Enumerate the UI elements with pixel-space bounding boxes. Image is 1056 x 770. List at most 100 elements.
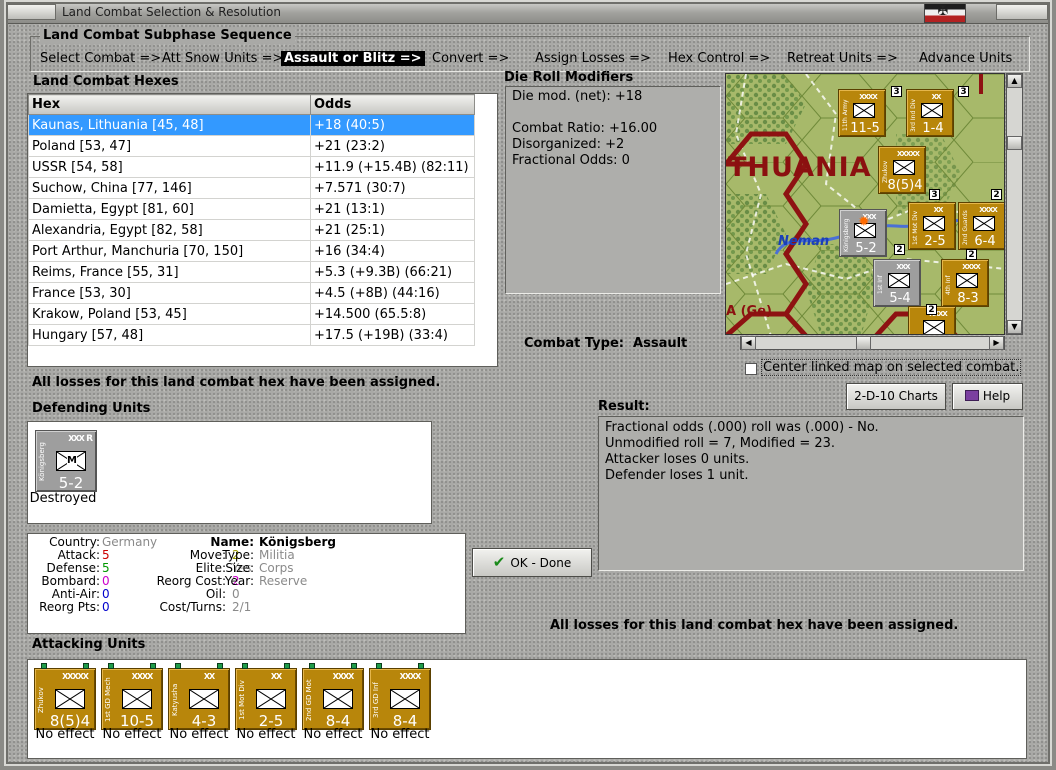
odds-cell[interactable]: +11.9 (+15.4B) (82:11) [310, 156, 475, 178]
map-unit-counter[interactable]: XX 3rd Ind Div 1-4 [906, 89, 954, 137]
odds-cell[interactable]: +16 (34:4) [310, 240, 475, 262]
stack-count-badge: 3 [891, 86, 902, 97]
hex-cell[interactable]: Port Arthur, Manchuria [70, 150] [28, 240, 311, 262]
costturns-value: 2/1 [232, 600, 252, 614]
attacking-unit-status: No effect [370, 727, 430, 742]
window-button-icon[interactable] [996, 4, 1048, 20]
hex-cell[interactable]: Damietta, Egypt [81, 60] [28, 198, 311, 220]
attacking-unit-counter[interactable]: XXXXX Zhukov 8(5)4 [34, 663, 96, 730]
hex-cell[interactable]: Krakow, Poland [53, 45] [28, 303, 311, 325]
result-line-3: Attacker loses 0 units. [605, 452, 750, 467]
hex-cell[interactable]: Kaunas, Lithuania [45, 48] [28, 114, 311, 136]
unit-size: XX [933, 206, 944, 214]
scroll-thumb-h[interactable] [856, 336, 871, 350]
unit-size: XXXX [332, 672, 355, 681]
table-row[interactable]: Port Arthur, Manchuria [70, 150] +16 (34:… [28, 240, 475, 262]
hex-cell[interactable]: Poland [53, 47] [28, 135, 311, 157]
stack-count-badge: 2 [926, 304, 937, 315]
table-row[interactable]: USSR [54, 58] +11.9 (+15.4B) (82:11) [28, 156, 475, 178]
result-box: Fractional odds (.000) roll was (.000) -… [598, 416, 1024, 571]
table-row[interactable]: Reims, France [55, 31] +5.3 (+9.3B) (66:2… [28, 261, 475, 283]
reserve-badge: R [86, 434, 93, 444]
help-button[interactable]: Help [952, 383, 1023, 410]
odds-cell[interactable]: +4.5 (+8B) (44:16) [310, 282, 475, 304]
map-unit-counter[interactable]: XXXX 2nd Guards 6-4 [958, 202, 1004, 250]
map-unit-counter[interactable]: XXXX 4th Inf 8-3 [941, 259, 989, 307]
odds-cell[interactable]: +21 (13:1) [310, 198, 475, 220]
table-row[interactable]: Krakow, Poland [53, 45] +14.500 (65.5:8) [28, 303, 475, 325]
ok-done-label: OK - Done [510, 556, 572, 570]
attacking-unit-counter[interactable]: XX Katyusha 4-3 [168, 663, 230, 730]
scroll-up-icon[interactable]: ▲ [1007, 74, 1022, 88]
size-value: Corps [259, 561, 294, 575]
checkmark-icon: ✔ [492, 553, 506, 571]
charts-button[interactable]: 2-D-10 Charts [846, 383, 946, 410]
subphase-title: Land Combat Subphase Sequence [40, 28, 295, 43]
odds-cell[interactable]: +18 (40:5) [310, 114, 475, 136]
map-unit-counter[interactable]: XX 1st Mot Div 2-5 [908, 202, 956, 250]
unit-strength: 8-3 [957, 291, 979, 306]
attacking-unit-counter[interactable]: XXXX 3rd GD Inf 8-4 [369, 663, 431, 730]
map-unit-counter[interactable]: XXXXX Zhukov 8(5)4 [878, 146, 926, 194]
table-row[interactable]: Hungary [57, 48] +17.5 (+19B) (33:4) [28, 324, 475, 346]
unit-strength: 5-2 [855, 241, 877, 256]
table-row[interactable]: Poland [53, 47] +21 (23:2) [28, 135, 475, 157]
combat-type: Combat Type: Assault [524, 336, 687, 351]
map-unit-counter[interactable]: XXXX 11th Army 11-5 [838, 89, 886, 137]
country-label: Country: [49, 535, 100, 549]
phase-convert: Convert => [432, 51, 510, 66]
year-label: Year: [224, 574, 254, 588]
table-row[interactable]: Kaunas, Lithuania [45, 48] +18 (40:5) [28, 114, 475, 136]
odds-cell[interactable]: +7.571 (30:7) [310, 177, 475, 199]
system-menu-icon[interactable] [4, 4, 56, 20]
odds-cell[interactable]: +5.3 (+9.3B) (66:21) [310, 261, 475, 283]
size-label: Size: [225, 561, 254, 575]
table-row[interactable]: France [53, 30] +4.5 (+8B) (44:16) [28, 282, 475, 304]
attack-label: Attack: [57, 548, 100, 562]
table-row[interactable]: Suchow, China [77, 146] +7.571 (30:7) [28, 177, 475, 199]
defending-unit-counter[interactable]: XXX R Königsberg M 5-2 [35, 430, 97, 492]
attacking-unit-counter[interactable]: XXXX 1st GD Mech 10-5 [101, 663, 163, 730]
hex-cell[interactable]: France [53, 30] [28, 282, 311, 304]
column-odds[interactable]: Odds [310, 94, 475, 115]
odds-cell[interactable]: +14.500 (65.5:8) [310, 303, 475, 325]
status-led-icon [351, 663, 357, 669]
unit-symbol-icon [323, 689, 353, 709]
hex-cell[interactable]: Suchow, China [77, 146] [28, 177, 311, 199]
die-ratio: Combat Ratio: +16.00 [512, 121, 658, 136]
odds-cell[interactable]: +17.5 (+19B) (33:4) [310, 324, 475, 346]
scroll-thumb-v[interactable] [1007, 136, 1022, 150]
reorgpts-value: 0 [102, 600, 110, 614]
table-row[interactable]: Alexandria, Egypt [82, 58] +21 (25:1) [28, 219, 475, 241]
center-linked-checkbox[interactable] [745, 363, 757, 375]
attacking-unit-counter[interactable]: XXXX 2nd GD Mot 8-4 [302, 663, 364, 730]
die-net: Die mod. (net): +18 [512, 89, 643, 104]
table-row[interactable]: Damietta, Egypt [81, 60] +21 (13:1) [28, 198, 475, 220]
costturns-label: Cost/Turns: [159, 600, 226, 614]
map-unit-counter[interactable]: XXX 1st Inf 5-4 [873, 259, 921, 307]
unit-symbol-icon [923, 216, 945, 231]
hex-cell[interactable]: Reims, France [55, 31] [28, 261, 311, 283]
center-linked-label[interactable]: Center linked map on selected combat. [761, 359, 1022, 376]
hex-cell[interactable]: USSR [54, 58] [28, 156, 311, 178]
help-book-icon [964, 390, 979, 401]
hex-cell[interactable]: Alexandria, Egypt [82, 58] [28, 219, 311, 241]
scroll-right-icon[interactable]: ▶ [989, 336, 1004, 350]
map-horizontal-scrollbar[interactable]: ◀ ▶ [740, 336, 1005, 350]
odds-cell[interactable]: +21 (23:2) [310, 135, 475, 157]
linked-map[interactable]: THUANIA Neman A (Ge) XXXX 11th Army 11-5 XX… [725, 73, 1005, 335]
ok-done-button[interactable]: ✔ OK - Done [472, 548, 592, 577]
scroll-down-icon[interactable]: ▼ [1007, 320, 1022, 334]
odds-cell[interactable]: +21 (25:1) [310, 219, 475, 241]
map-vertical-scrollbar[interactable]: ▲ ▼ [1006, 73, 1023, 335]
result-line-2: Unmodified roll = 7, Modified = 23. [605, 436, 836, 451]
unit-strength: 5-2 [58, 474, 84, 492]
unit-strength: 2-5 [924, 234, 946, 249]
attacking-unit-counter[interactable]: XX 1st Mot Div 2-5 [235, 663, 297, 730]
type-label: Type: [222, 548, 254, 562]
scroll-left-icon[interactable]: ◀ [741, 336, 756, 350]
column-hex[interactable]: Hex [28, 94, 311, 115]
hex-cell[interactable]: Hungary [57, 48] [28, 324, 311, 346]
unit-symbol-icon [390, 689, 420, 709]
result-line-1: Fractional odds (.000) roll was (.000) -… [605, 420, 879, 435]
